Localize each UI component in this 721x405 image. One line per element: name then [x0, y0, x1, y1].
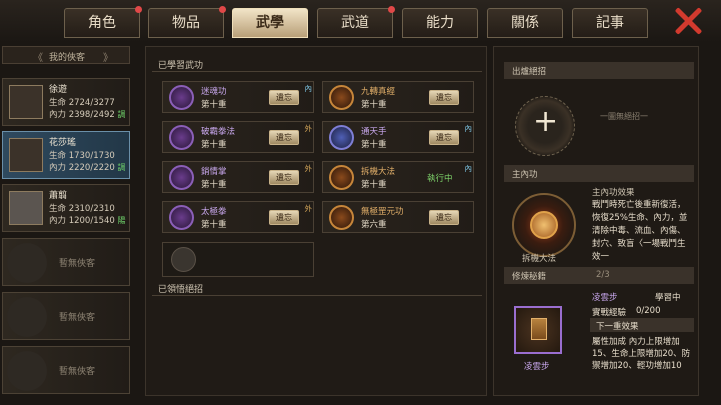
skill-icon: [169, 165, 194, 190]
section-header: 主內功: [504, 165, 694, 182]
book-name-label: 凌雲步: [524, 362, 550, 372]
inner-badge: 內: [464, 124, 473, 133]
roster-card-selected[interactable]: 花莎瑤 生命 1730/1730 內力 2220/2220 調: [2, 131, 130, 179]
book-icon[interactable]: [514, 306, 562, 354]
placeholder-avatar-icon: [7, 243, 47, 283]
mp-row: 內力 1200/1540 陽: [49, 216, 126, 226]
skill-slot[interactable]: 九轉真經 第十重 遺忘: [322, 81, 474, 113]
inner-skill-name: 拆機大法: [522, 254, 557, 264]
tab-martial-path[interactable]: 武道: [317, 6, 395, 38]
forget-button[interactable]: 遺忘: [269, 90, 299, 105]
mp-row: 內力 2398/2492 調: [49, 110, 126, 120]
add-skill-button[interactable]: +: [515, 96, 575, 156]
tab-relations[interactable]: 關係: [487, 8, 563, 38]
skill-icon: [329, 85, 354, 110]
skill-icon: [169, 205, 194, 230]
skill-slot[interactable]: 通天手 第十重 遺忘 內: [322, 121, 474, 153]
skill-slot[interactable]: 銷情掌 第十重 遺忘 外: [162, 161, 314, 193]
character-name: 徐遊: [49, 85, 68, 95]
inner-core-icon: [530, 211, 558, 239]
skill-slot[interactable]: 迷魂功 第十重 遺忘 內: [162, 81, 314, 113]
forget-button[interactable]: 遺忘: [269, 210, 299, 225]
forget-button[interactable]: 遺忘: [429, 90, 459, 105]
hp-value: 生命 1730/1730: [49, 151, 115, 161]
divider: [152, 295, 482, 296]
exp-label: 實戰經驗: [592, 308, 627, 318]
empty-slot[interactable]: 暫無俠客: [2, 292, 130, 340]
skill-icon: [329, 165, 354, 190]
tab-character[interactable]: 角色: [64, 6, 142, 38]
skill-slot[interactable]: 無極罡元功 第六重 遺忘: [322, 201, 474, 233]
empty-slot[interactable]: 暫無俠客: [2, 346, 130, 394]
learned-title: 已學習武功: [158, 61, 204, 71]
empty-skill-slot[interactable]: [162, 242, 314, 277]
character-name: 蕭翦: [49, 191, 68, 201]
skill-slot-active[interactable]: 拆機大法 第十重 執行中 內: [322, 161, 474, 193]
avatar: [9, 138, 43, 172]
skill-icon: [329, 205, 354, 230]
none-equipped-text: 一圖無絕招一: [600, 112, 648, 121]
inner-badge: 內: [464, 164, 473, 173]
arrow-right-icon[interactable]: 》: [103, 49, 113, 64]
hp-value: 生命 2310/2310: [49, 204, 115, 214]
notification-dot: [219, 6, 226, 13]
avatar: [9, 85, 43, 119]
roster-card[interactable]: 蕭翦 生命 2310/2310 內力 1200/1540 陽: [2, 184, 130, 232]
notification-dot: [135, 6, 142, 13]
skill-icon: [169, 85, 194, 110]
status-tag: 調: [117, 110, 126, 119]
book-status: 學習中: [655, 293, 681, 303]
tab-martial-arts[interactable]: 武學: [232, 8, 308, 38]
mp-row: 內力 2220/2220 調: [49, 163, 126, 173]
tab-items[interactable]: 物品: [148, 6, 226, 38]
empty-slot[interactable]: 暫無俠客: [2, 238, 130, 286]
forget-button[interactable]: 遺忘: [429, 210, 459, 225]
outer-badge: 外: [304, 124, 313, 133]
effect-title: 主內功效果: [592, 188, 635, 198]
outer-badge: 外: [304, 164, 313, 173]
exp-value: 0/200: [636, 306, 661, 316]
inner-badge: 內: [304, 84, 313, 93]
next-level-bar: 下一重效果: [590, 318, 694, 332]
roster-card[interactable]: 徐遊 生命 2724/3277 內力 2398/2492 調: [2, 78, 130, 126]
status-tag: 陽: [117, 216, 126, 225]
notification-dot: [388, 6, 395, 13]
forget-button[interactable]: 遺忘: [269, 170, 299, 185]
roster-title: 我的俠客: [49, 53, 86, 63]
character-name: 花莎瑤: [49, 138, 77, 148]
skill-slot[interactable]: 太極拳 第十重 遺忘 外: [162, 201, 314, 233]
running-status: 執行中: [427, 174, 453, 184]
placeholder-avatar-icon: [7, 351, 47, 391]
book-name: 凌雲步: [592, 293, 618, 303]
plus-icon: +: [533, 104, 559, 139]
outer-badge: 外: [304, 204, 313, 213]
hp-value: 生命 2724/3277: [49, 98, 115, 108]
tab-journal[interactable]: 記事: [572, 8, 648, 38]
placeholder-avatar-icon: [7, 297, 47, 337]
effect-description: 戰鬥時死亡後重新復活，恢復25%生命、內力，並清除中毒、流血、內傷、封穴、致盲〈…: [592, 200, 688, 262]
forgotten-title: 已領悟絕招: [158, 285, 204, 295]
section-header: 出爐絕招: [504, 62, 694, 79]
forget-button[interactable]: 遺忘: [429, 130, 459, 145]
section-header: 修煉秘籍 2/3: [504, 267, 694, 284]
inner-skill-icon[interactable]: [512, 193, 576, 257]
status-tag: 調: [117, 163, 126, 172]
skill-slot[interactable]: 破霸拳法 第十重 遺忘 外: [162, 121, 314, 153]
arrow-left-icon[interactable]: 《: [33, 49, 43, 64]
roster-header: 《 我的俠客 》: [2, 46, 130, 64]
forget-button[interactable]: 遺忘: [269, 130, 299, 145]
close-icon[interactable]: [673, 6, 703, 36]
book-cover: [531, 318, 547, 340]
avatar: [9, 191, 43, 225]
skill-icon: [169, 125, 194, 150]
skill-icon: [329, 125, 354, 150]
empty-slot-icon: [171, 247, 196, 272]
tab-ability[interactable]: 能力: [402, 8, 478, 38]
divider: [152, 71, 482, 72]
attr-row: 屬性加成 內力上限增加15、生命上限增加20、防禦增加20、輕功增加10: [592, 337, 691, 371]
